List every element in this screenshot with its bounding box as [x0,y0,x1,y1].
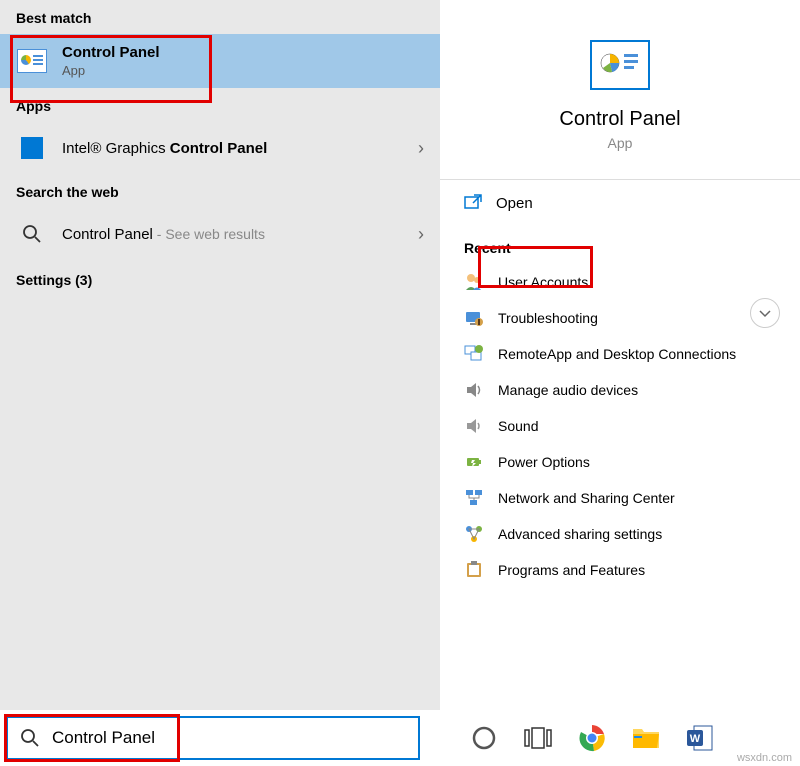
taskbar: W [0,710,800,766]
recent-remoteapp[interactable]: RemoteApp and Desktop Connections [440,336,800,372]
search-input[interactable] [52,728,418,748]
recent-sound[interactable]: Sound [440,408,800,444]
apps-header: Apps [0,88,440,122]
recent-sharing[interactable]: Advanced sharing settings [440,516,800,552]
recent-label: Programs and Features [498,562,645,578]
control-panel-icon-large [590,40,650,90]
recent-label: Network and Sharing Center [498,490,675,506]
recent-header: Recent [440,226,800,264]
open-label: Open [496,195,533,212]
web-title: Control Panel [62,226,153,243]
result-web-search[interactable]: Control Panel - See web results › [0,208,440,260]
search-icon [16,218,48,250]
result-control-panel[interactable]: Control Panel App [0,34,440,88]
user-accounts-icon [464,272,484,292]
audio-icon [464,380,484,400]
detail-subtitle: App [460,135,780,151]
detail-title: Control Panel [460,108,780,131]
recent-label: Sound [498,418,538,434]
web-suffix: - See web results [153,226,265,242]
search-box[interactable] [6,716,420,760]
recent-troubleshooting[interactable]: Troubleshooting [440,300,800,336]
power-icon [464,452,484,472]
file-explorer-icon[interactable] [630,722,662,754]
chevron-right-icon: › [418,224,424,245]
app-icon [16,132,48,164]
web-header: Search the web [0,174,440,208]
expand-button[interactable] [750,298,780,328]
app-prefix: Intel® Graphics [62,140,170,157]
control-panel-icon [16,45,48,77]
recent-label: Advanced sharing settings [498,526,662,542]
recent-network[interactable]: Network and Sharing Center [440,480,800,516]
search-icon [20,728,40,748]
recent-audio-devices[interactable]: Manage audio devices [440,372,800,408]
result-title: Control Panel [62,44,160,61]
recent-power-options[interactable]: Power Options [440,444,800,480]
troubleshooting-icon [464,308,484,328]
recent-label: User Accounts [498,274,588,290]
app-bold: Control Panel [170,140,268,157]
chrome-icon[interactable] [576,722,608,754]
settings-header[interactable]: Settings (3) [0,260,440,300]
recent-label: Manage audio devices [498,382,638,398]
recent-label: Power Options [498,454,590,470]
network-icon [464,488,484,508]
recent-label: RemoteApp and Desktop Connections [498,346,736,362]
word-icon[interactable]: W [684,722,716,754]
result-subtitle: App [62,63,424,78]
recent-user-accounts[interactable]: User Accounts [440,264,800,300]
task-view-icon[interactable] [522,722,554,754]
recent-label: Troubleshooting [498,310,598,326]
recent-programs[interactable]: Programs and Features [440,552,800,588]
open-icon [464,194,482,212]
best-match-header: Best match [0,0,440,34]
open-action[interactable]: Open [440,180,800,226]
svg-text:W: W [690,733,701,745]
cortana-icon[interactable] [468,722,500,754]
watermark: wsxdn.com [737,752,792,764]
chevron-right-icon: › [418,138,424,159]
programs-icon [464,560,484,580]
result-intel-graphics[interactable]: Intel® Graphics Control Panel › [0,122,440,174]
sound-icon [464,416,484,436]
sharing-icon [464,524,484,544]
remoteapp-icon [464,344,484,364]
